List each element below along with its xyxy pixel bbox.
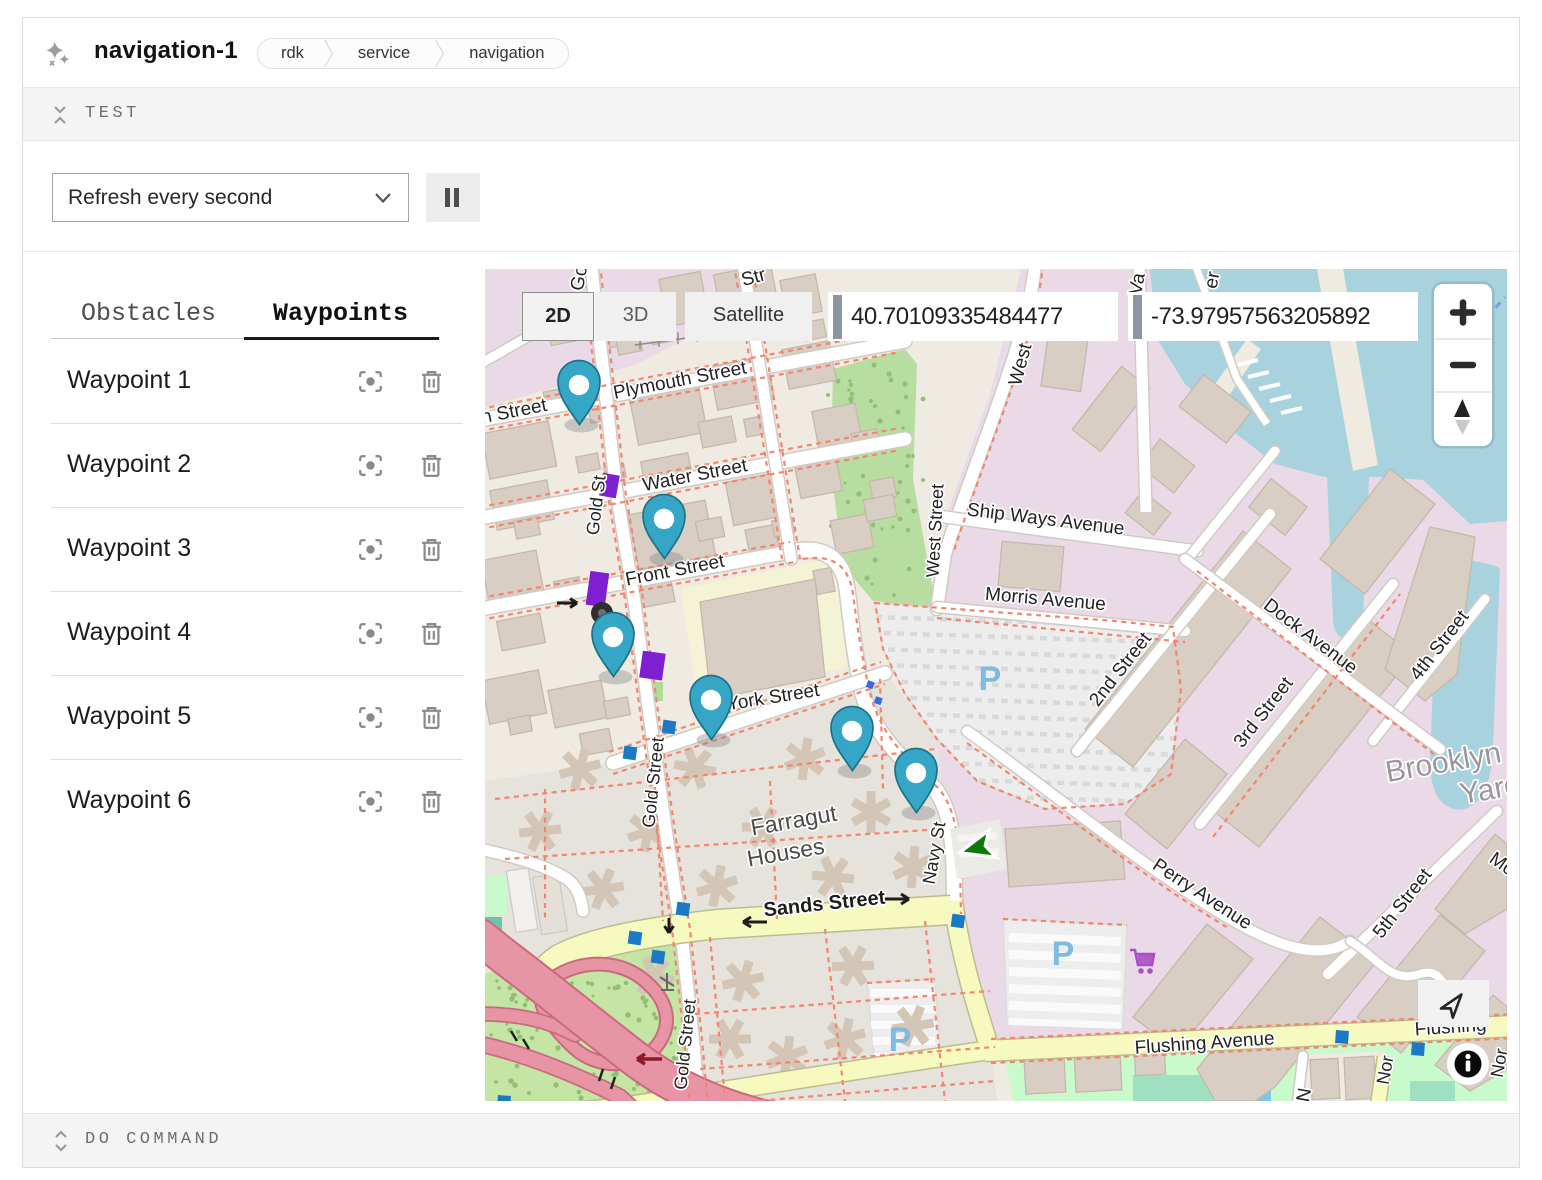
svg-text:P: P [1052, 935, 1075, 973]
svg-text:P: P [979, 660, 1002, 698]
svg-text:P: P [889, 1021, 912, 1059]
svg-text:Va: Va [1125, 271, 1150, 297]
